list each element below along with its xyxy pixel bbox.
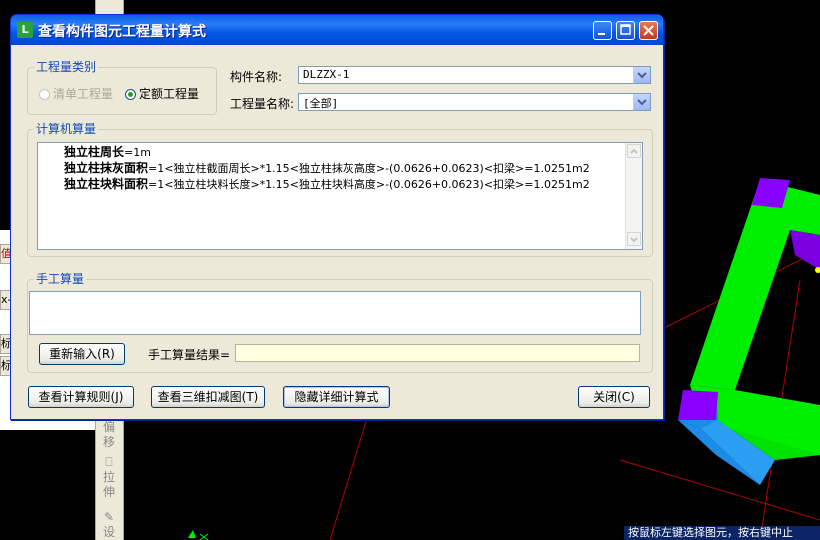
set-tool[interactable]: ✎ 设 bbox=[98, 510, 120, 540]
radio-circle bbox=[125, 89, 136, 100]
chevron-down-icon[interactable] bbox=[633, 67, 650, 83]
quantity-name-label: 工程量名称: bbox=[230, 97, 295, 111]
radio-circle bbox=[39, 89, 50, 100]
calc-line-expr: =1<独立柱块料长度>*1.15<独立柱块料高度>-(0.0626+0.0623… bbox=[148, 178, 590, 191]
title-bar[interactable]: L 查看构件图元工程量计算式 bbox=[11, 15, 663, 45]
calc-line: 独立柱抹灰面积=1<独立柱截面周长>*1.15<独立柱抹灰高度>-(0.0626… bbox=[64, 161, 590, 176]
close-button[interactable]: 关闭(C) bbox=[578, 386, 650, 408]
calc-formula-box[interactable]: 独立柱周长=1m 独立柱抹灰面积=1<独立柱截面周长>*1.15<独立柱抹灰高度… bbox=[37, 142, 643, 250]
close-icon bbox=[643, 25, 654, 36]
computer-calc-title: 计算机算量 bbox=[34, 122, 99, 136]
minimize-icon bbox=[598, 33, 605, 35]
quantity-name-value: [全部] bbox=[303, 97, 339, 110]
set-tool-label: 设 bbox=[102, 525, 115, 539]
calc-line-name: 独立柱抹灰面积 bbox=[64, 161, 149, 175]
quantity-formula-dialog: L 查看构件图元工程量计算式 工程量类别 清单工程量 定额工程量 构件名称: D… bbox=[10, 14, 664, 420]
app-icon: L bbox=[17, 22, 33, 38]
pen-icon: ✎ bbox=[103, 510, 115, 524]
manual-formula-input[interactable] bbox=[29, 291, 641, 335]
scroll-down-arrow[interactable] bbox=[627, 232, 641, 246]
component-name-value: DLZZX-1 bbox=[303, 68, 350, 81]
chevron-down-icon[interactable] bbox=[633, 94, 650, 110]
component-name-select[interactable]: DLZZX-1 bbox=[298, 66, 651, 84]
view-rules-button[interactable]: 查看计算规则(J) bbox=[28, 386, 134, 408]
stretch-tool-label: 拉伸 bbox=[102, 470, 115, 499]
quantity-type-title: 工程量类别 bbox=[34, 60, 99, 74]
calc-line-name: 独立柱周长 bbox=[64, 145, 125, 159]
calc-line: 独立柱周长=1m bbox=[64, 145, 151, 160]
radio-quota-label: 定额工程量 bbox=[139, 87, 200, 101]
reenter-button[interactable]: 重新输入(R) bbox=[39, 343, 125, 365]
dialog-title: 查看构件图元工程量计算式 bbox=[38, 24, 206, 40]
vertical-scrollbar[interactable] bbox=[625, 143, 642, 249]
manual-result-field bbox=[235, 344, 640, 362]
scroll-up-arrow[interactable] bbox=[627, 144, 641, 158]
view-3d-deduct-button[interactable]: 查看三维扣减图(T) bbox=[151, 386, 265, 408]
stretch-icon: ⎕ bbox=[105, 455, 113, 469]
component-name-label: 构件名称: bbox=[230, 70, 283, 84]
offset-tool[interactable]: 偏移 bbox=[98, 420, 120, 450]
chevron-down-icon bbox=[630, 237, 638, 243]
calc-line-name: 独立柱块料面积 bbox=[64, 177, 149, 191]
hide-detail-button[interactable]: 隐藏详细计算式 bbox=[283, 386, 390, 408]
status-bar: 按鼠标左键选择图元，按右键中止 bbox=[624, 526, 820, 540]
maximize-icon bbox=[620, 24, 631, 35]
radio-bill-quantity[interactable]: 清单工程量 bbox=[39, 85, 114, 101]
radio-quota-quantity[interactable]: 定额工程量 bbox=[125, 85, 200, 101]
minimize-button[interactable] bbox=[593, 21, 612, 40]
calc-line: 独立柱块料面积=1<独立柱块料长度>*1.15<独立柱块料高度>-(0.0626… bbox=[64, 177, 590, 192]
quantity-name-select[interactable]: [全部] bbox=[298, 93, 651, 111]
radio-selected-dot bbox=[128, 92, 133, 97]
chevron-up-icon bbox=[630, 148, 638, 154]
close-window-button[interactable] bbox=[639, 21, 658, 40]
calc-line-expr: =1m bbox=[124, 146, 151, 159]
manual-calc-title: 手工算量 bbox=[34, 272, 87, 286]
maximize-button[interactable] bbox=[616, 21, 635, 40]
manual-result-label: 手工算量结果= bbox=[148, 348, 231, 362]
radio-bill-label: 清单工程量 bbox=[53, 87, 114, 101]
stretch-tool[interactable]: ⎕ 拉伸 bbox=[98, 455, 120, 500]
calc-line-expr: =1<独立柱截面周长>*1.15<独立柱抹灰高度>-(0.0626+0.0623… bbox=[148, 162, 590, 175]
